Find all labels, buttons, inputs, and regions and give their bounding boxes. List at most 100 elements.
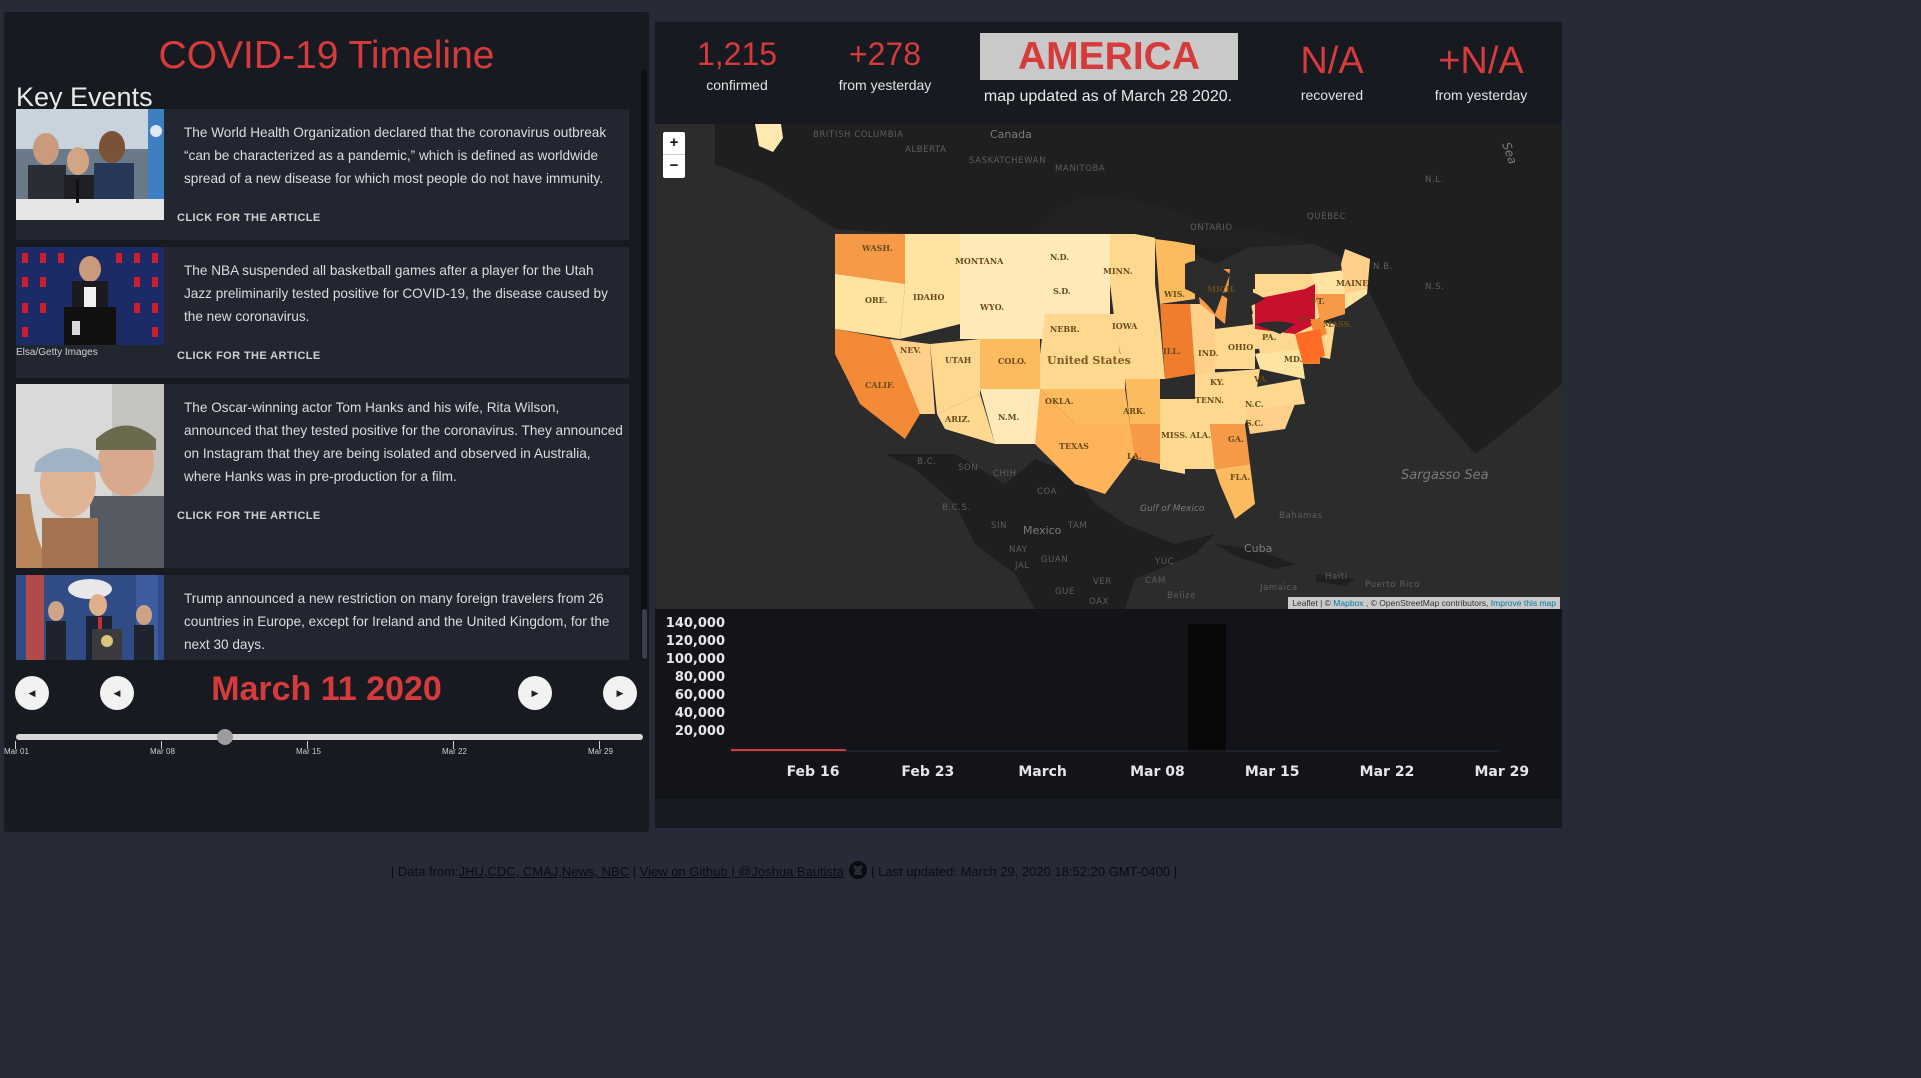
date-highlight [1188,624,1226,752]
confirmed-change-stat: +278 from yesterday [825,36,945,93]
svg-text:IND.: IND. [1198,348,1219,358]
map-label: MANITOBA [1055,164,1105,174]
svg-text:MISS.: MISS. [1161,430,1188,440]
chart-bar [1075,749,1190,751]
x-tick-label: Mar 08 [1130,764,1185,780]
map-label: B.C.S. [942,503,971,513]
event-photo [16,109,164,240]
svg-text:N.C.: N.C. [1245,399,1264,409]
event-description: Trump announced a new restriction on man… [184,591,610,652]
svg-text:GA.: GA. [1228,434,1244,444]
github-link[interactable]: View on Github | @Joshua Bautista [640,864,844,879]
map-attribution: Leaflet | © Mapbox , © OpenStreetMap con… [1288,597,1560,609]
x-tick-label: Mar 15 [1245,764,1300,780]
y-tick-label: 140,000 [666,616,725,631]
y-tick-label: 80,000 [675,670,725,685]
map-label: N.B. [1373,262,1393,272]
timeline-panel: COVID-19 Timeline Key Events The World H… [4,12,649,832]
recovered-stat: N/A recovered [1282,40,1382,103]
svg-text:FLA.: FLA. [1230,472,1251,482]
event-card: Trump announced a new restriction on man… [16,575,629,660]
svg-text:S.C.: S.C. [1246,418,1264,428]
svg-text:COLO.: COLO. [998,356,1026,366]
map-label: Mexico [1023,524,1062,537]
map-label: COA [1037,487,1057,497]
event-description: The NBA suspended all basketball games a… [184,263,608,324]
svg-text:WASH.: WASH. [861,243,893,253]
svg-text:IOWA: IOWA [1112,321,1138,331]
event-photo [16,384,164,568]
page-title: COVID-19 Timeline [158,34,495,77]
last-date-button[interactable]: ▶ [603,676,637,710]
svg-text:WYO.: WYO. [979,302,1004,312]
svg-text:ILL.: ILL. [1163,346,1181,356]
first-date-button[interactable]: ◀ [15,676,49,710]
leaflet-link[interactable]: Leaflet [1292,598,1318,608]
article-link[interactable]: CLICK FOR THE ARTICLE [177,212,321,224]
x-tick-label: Mar 22 [1360,764,1415,780]
svg-text:MASS.: MASS. [1323,319,1352,329]
confirmed-label: confirmed [706,77,768,93]
svg-text:UTAH: UTAH [945,355,972,365]
svg-text:MICH.: MICH. [1207,284,1237,294]
svg-text:OHIO: OHIO [1228,342,1253,352]
confirmed-stat: 1,215 confirmed [687,36,787,93]
map-label: Belize [1167,591,1196,601]
svg-text:United States: United States [1047,354,1131,367]
previous-date-button[interactable]: ◀ [100,676,134,710]
map-label: GUAN [1041,555,1068,565]
map-zoom-control: + − [663,132,685,178]
map-label: Jamaica [1259,583,1298,593]
y-tick-label: 120,000 [666,634,725,649]
map-label: BRITISH COLUMBIA [813,130,904,140]
map-updated-text: map updated as of March 28 2020. [983,88,1233,105]
zoom-in-button[interactable]: + [663,132,685,155]
map-canvas[interactable]: BRITISH COLUMBIA ALBERTA SASKATCHEWAN MA… [655,124,1562,609]
github-icon[interactable] [848,860,868,880]
map-label: VER [1093,577,1112,587]
article-link[interactable]: CLICK FOR THE ARTICLE [177,350,321,362]
event-card: Elsa/Getty Images The NBA suspended all … [16,247,629,378]
map-label: N.L. [1425,175,1444,185]
data-sources-link[interactable]: JHU,CDC, CMAJ,News, NBC [459,864,629,879]
map-label: TAM [1067,521,1087,531]
map-label: N.S. [1425,282,1445,292]
y-tick-label: 20,000 [675,724,725,739]
svg-text:MONTANA: MONTANA [955,256,1004,266]
slider-tick: Mar 29 [588,741,613,756]
caret-left-icon: ◀ [113,687,121,698]
photo-credit: Elsa/Getty Images [16,347,98,358]
improve-map-link[interactable]: Improve this map [1491,598,1556,608]
map-label: NAY [1009,545,1028,555]
date-slider-handle[interactable] [217,729,233,745]
map-label: SASKATCHEWAN [969,156,1046,166]
chart-bar [731,749,846,751]
chart-bar [846,749,961,751]
x-tick-label: Feb 23 [901,764,954,780]
events-scrollbar-thumb[interactable] [642,609,647,659]
article-link[interactable]: CLICK FOR THE ARTICLE [177,510,321,522]
map-label: Gulf of Mexico [1140,504,1205,514]
event-card: The World Health Organization declared t… [16,109,629,240]
confirmed-count: 1,215 [696,36,778,72]
slider-tick: Mar 15 [296,741,321,756]
date-slider[interactable] [16,734,643,740]
map-label: SON [958,463,978,473]
mapbox-link[interactable]: Mapbox [1333,598,1363,608]
map-label: GUE [1055,587,1075,597]
map-label: YUC [1154,557,1174,567]
map-label: SIN [991,521,1007,531]
events-list[interactable]: The World Health Organization declared t… [16,109,629,660]
confirmed-change: +278 [848,36,922,72]
cases-chart: 140,000 120,000 100,000 80,000 60,000 40,000 2… [655,609,1562,799]
slider-tick: Mar 08 [150,741,175,756]
recovered-label: recovered [1300,87,1364,103]
choropleth-map[interactable]: BRITISH COLUMBIA ALBERTA SASKATCHEWAN MA… [655,124,1562,609]
next-date-button[interactable]: ▶ [518,676,552,710]
svg-text:TEXAS: TEXAS [1059,441,1089,451]
zoom-out-button[interactable]: − [663,155,685,178]
confirmed-change-label: from yesterday [838,77,932,93]
map-label: ONTARIO [1190,223,1233,233]
map-panel: 1,215 confirmed +278 from yesterday AMER… [655,22,1562,828]
events-scrollbar[interactable] [641,70,647,660]
